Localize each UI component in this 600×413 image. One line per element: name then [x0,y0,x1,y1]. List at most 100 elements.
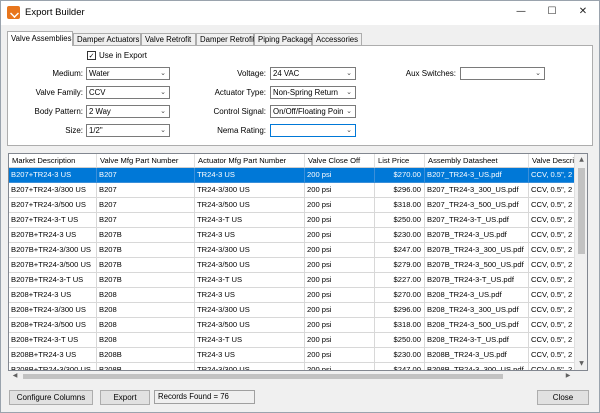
nema-rating-dropdown[interactable]: ⌄ [270,124,356,137]
close-window-button[interactable]: ✕ [568,1,598,23]
actuator-type-dropdown[interactable]: Non-Spring Return ⌄ [270,86,356,99]
results-grid[interactable]: Market Description Valve Mfg Part Number A… [8,153,588,371]
body-pattern-dropdown[interactable]: 2 Way ⌄ [86,105,170,118]
checkbox-check-icon[interactable]: ✓ [87,51,96,60]
cell-valve-mfg-part-number: B207 [97,168,195,183]
tab-damper-retrofit[interactable]: Damper Retrofit [196,33,255,45]
table-row[interactable]: B207+TR24-3/300 US B207 TR24-3/300 US 200 p… [9,183,587,198]
cell-assembly-datasheet: B207B_TR24-3_300_US.pdf [425,243,529,258]
table-row[interactable]: B207B+TR24-3 US B207B TR24-3 US 200 psi $230… [9,228,587,243]
cell-actuator-mfg-part-number: TR24-3 US [195,168,305,183]
cell-market-description: B207+TR24-3 US [9,168,97,183]
cell-valve-mfg-part-number: B208B [97,348,195,363]
cell-market-description: B207B+TR24-3/500 US [9,258,97,273]
cell-list-price: $247.00 [375,243,425,258]
tab-piping-package[interactable]: Piping Package [254,33,312,45]
tab-damper-actuators[interactable]: Damper Actuators [73,33,141,45]
export-builder-window: Export Builder — ☐ ✕ Valve Assemblies Da… [0,0,600,413]
table-row[interactable]: B208B+TR24-3 US B208B TR24-3 US 200 psi $230… [9,348,587,363]
export-button[interactable]: Export [100,390,150,405]
cell-assembly-datasheet: B207B_TR24-3_US.pdf [425,228,529,243]
valve-family-value: CCV [89,88,106,97]
tab-accessories[interactable]: Accessories [312,33,362,45]
table-row[interactable]: B208+TR24-3/500 US B208 TR24-3/500 US 200 p… [9,318,587,333]
size-dropdown[interactable]: 1/2" ⌄ [86,124,170,137]
cell-valve-close-off: 200 psi [305,273,375,288]
cell-list-price: $250.00 [375,333,425,348]
cell-market-description: B208B+TR24-3 US [9,348,97,363]
cell-valve-mfg-part-number: B207B [97,258,195,273]
column-header-list-price[interactable]: List Price [375,154,425,168]
table-row[interactable]: B208+TR24-3/300 US B208 TR24-3/300 US 200 p… [9,303,587,318]
chevron-down-icon: ⌄ [160,126,166,134]
cell-assembly-datasheet: B208B_TR24-3_300_US.pdf [425,363,529,370]
tab-valve-retrofit[interactable]: Valve Retrofit [141,33,196,45]
cell-actuator-mfg-part-number: TR24-3 US [195,348,305,363]
valve-family-dropdown[interactable]: CCV ⌄ [86,86,170,99]
cell-list-price: $318.00 [375,318,425,333]
chevron-down-icon: ⌄ [346,88,352,96]
cell-valve-mfg-part-number: B207 [97,198,195,213]
scroll-down-icon[interactable]: ▼ [575,358,588,370]
cell-market-description: B207B+TR24-3/300 US [9,243,97,258]
scroll-right-icon[interactable]: ▶ [562,371,574,381]
horizontal-scroll-thumb[interactable] [23,374,503,379]
control-signal-value: On/Off/Floating Poin [273,107,344,116]
column-header-valve-close-off[interactable]: Valve Close Off [305,154,375,168]
scroll-up-icon[interactable]: ▲ [575,154,588,166]
control-signal-dropdown[interactable]: On/Off/Floating Poin ⌄ [270,105,356,118]
configure-columns-button[interactable]: Configure Columns [9,390,93,405]
cell-actuator-mfg-part-number: TR24-3 US [195,228,305,243]
cell-actuator-mfg-part-number: TR24-3/500 US [195,198,305,213]
cell-actuator-mfg-part-number: TR24-3-T US [195,333,305,348]
nema-rating-label: Nema Rating: [217,126,266,135]
chevron-down-icon: ⌄ [160,69,166,77]
cell-assembly-datasheet: B208_TR24-3_US.pdf [425,288,529,303]
column-header-market-description[interactable]: Market Description [9,154,97,168]
column-header-valve-mfg-part-number[interactable]: Valve Mfg Part Number [97,154,195,168]
cell-actuator-mfg-part-number: TR24-3/300 US [195,183,305,198]
body-pattern-label: Body Pattern: [34,107,83,116]
medium-label: Medium: [52,69,83,78]
table-row[interactable]: B207B+TR24-3-T US B207B TR24-3-T US 200 psi… [9,273,587,288]
table-row[interactable]: B208B+TR24-3/300 US B208B TR24-3/300 US 200… [9,363,587,370]
cell-assembly-datasheet: B208_TR24-3_500_US.pdf [425,318,529,333]
column-header-actuator-mfg-part-number[interactable]: Actuator Mfg Part Number [195,154,305,168]
horizontal-scrollbar[interactable]: ◀ ▶ [9,371,574,381]
aux-switches-dropdown[interactable]: ⌄ [460,67,545,80]
vertical-scrollbar[interactable]: ▲ ▼ [574,154,587,370]
table-row[interactable]: B207B+TR24-3/300 US B207B TR24-3/300 US 200… [9,243,587,258]
cell-valve-mfg-part-number: B207B [97,273,195,288]
cell-valve-mfg-part-number: B207 [97,183,195,198]
maximize-button[interactable]: ☐ [537,1,567,23]
medium-value: Water [89,69,110,78]
cell-list-price: $227.00 [375,273,425,288]
cell-market-description: B207+TR24-3-T US [9,213,97,228]
cell-assembly-datasheet: B207_TR24-3-T_US.pdf [425,213,529,228]
scroll-left-icon[interactable]: ◀ [9,371,21,381]
column-header-assembly-datasheet[interactable]: Assembly Datasheet [425,154,529,168]
table-row[interactable]: B208+TR24-3-T US B208 TR24-3-T US 200 psi $2… [9,333,587,348]
cell-valve-close-off: 200 psi [305,363,375,370]
table-row[interactable]: B207+TR24-3/500 US B207 TR24-3/500 US 200 p… [9,198,587,213]
window-title: Export Builder [25,7,85,18]
cell-market-description: B208+TR24-3-T US [9,333,97,348]
table-row[interactable]: B207+TR24-3 US B207 TR24-3 US 200 psi $270.0… [9,168,587,183]
cell-list-price: $250.00 [375,213,425,228]
table-row[interactable]: B207B+TR24-3/500 US B207B TR24-3/500 US 200… [9,258,587,273]
cell-assembly-datasheet: B208_TR24-3-T_US.pdf [425,333,529,348]
close-button[interactable]: Close [537,390,589,405]
vertical-scroll-thumb[interactable] [578,168,585,254]
voltage-dropdown[interactable]: 24 VAC ⌄ [270,67,356,80]
cell-valve-close-off: 200 psi [305,213,375,228]
table-row[interactable]: B207+TR24-3-T US B207 TR24-3-T US 200 psi $2… [9,213,587,228]
cell-list-price: $318.00 [375,198,425,213]
cell-assembly-datasheet: B208_TR24-3_300_US.pdf [425,303,529,318]
cell-market-description: B207+TR24-3/500 US [9,198,97,213]
minimize-button[interactable]: — [506,1,536,23]
medium-dropdown[interactable]: Water ⌄ [86,67,170,80]
tab-valve-assemblies[interactable]: Valve Assemblies [7,31,73,46]
table-row[interactable]: B208+TR24-3 US B208 TR24-3 US 200 psi $270.0… [9,288,587,303]
valve-family-label: Valve Family: [35,88,83,97]
cell-assembly-datasheet: B207_TR24-3_500_US.pdf [425,198,529,213]
